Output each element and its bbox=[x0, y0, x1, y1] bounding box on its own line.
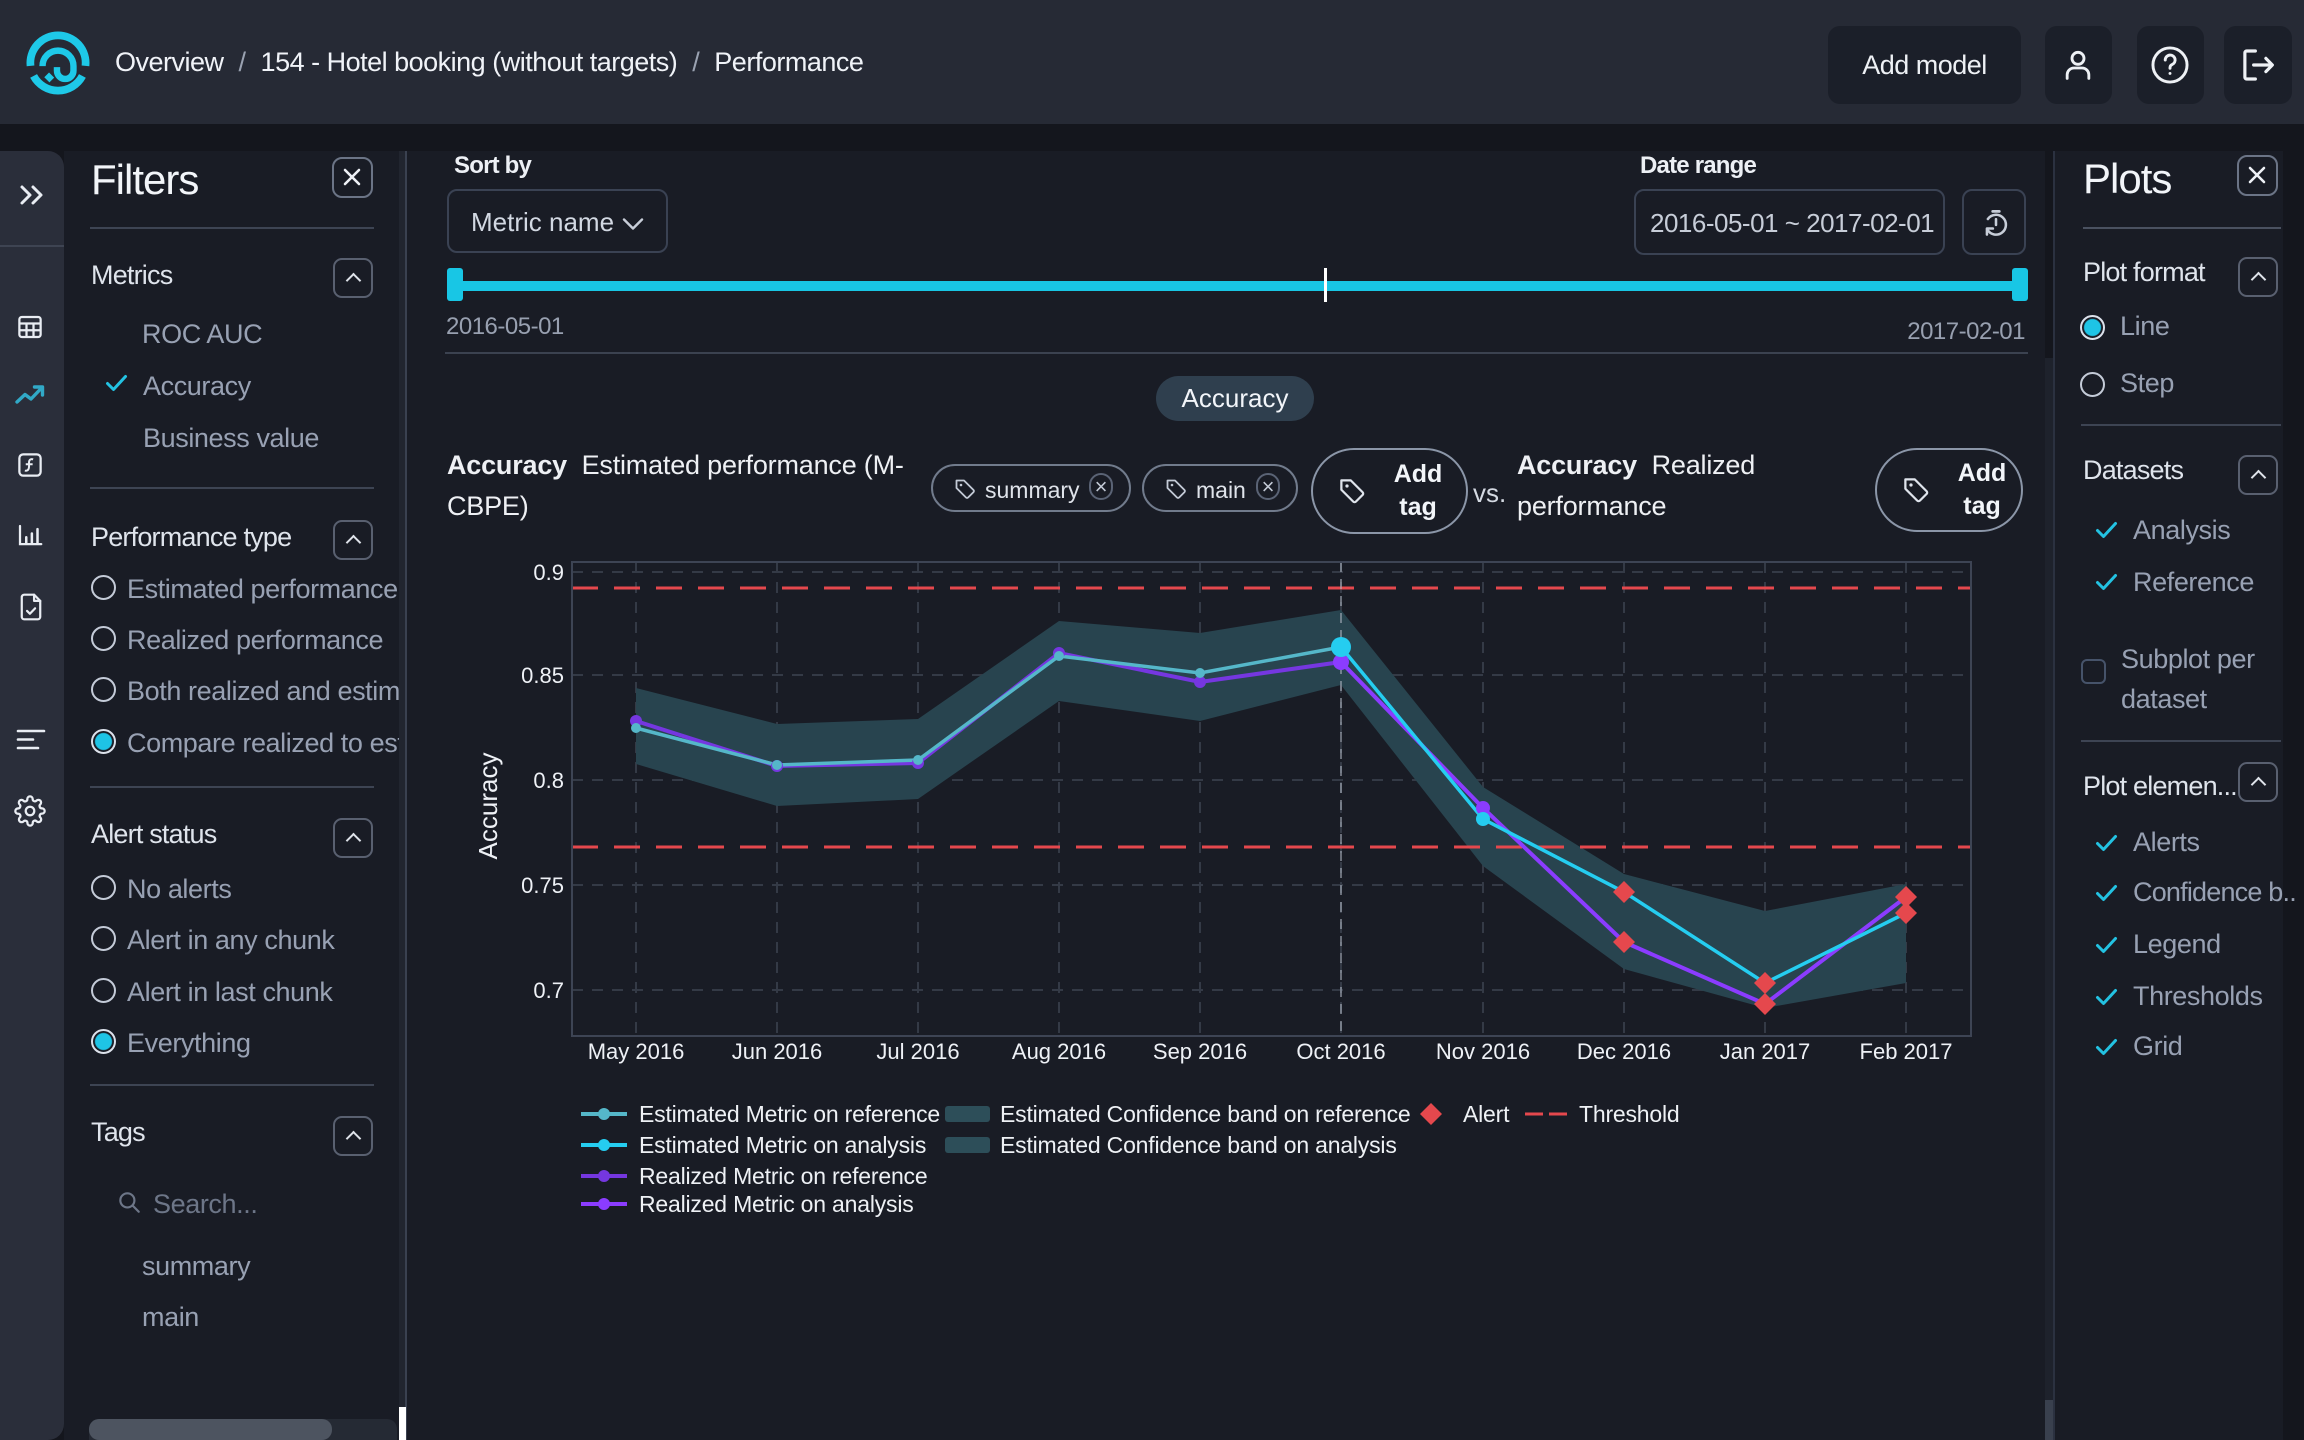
svg-text:Alert: Alert bbox=[1463, 1101, 1510, 1127]
svg-text:Nov 2016: Nov 2016 bbox=[1436, 1039, 1530, 1064]
svg-text:Estimated Metric on analysis: Estimated Metric on analysis bbox=[639, 1132, 926, 1158]
svg-text:Jul 2016: Jul 2016 bbox=[876, 1039, 959, 1064]
svg-text:Realized Metric on reference: Realized Metric on reference bbox=[639, 1163, 927, 1189]
svg-text:Estimated Metric on reference: Estimated Metric on reference bbox=[639, 1101, 940, 1127]
svg-text:Aug 2016: Aug 2016 bbox=[1012, 1039, 1106, 1064]
svg-text:Realized Metric on analysis: Realized Metric on analysis bbox=[639, 1191, 914, 1217]
svg-text:0.75: 0.75 bbox=[521, 873, 564, 898]
svg-text:0.9: 0.9 bbox=[533, 560, 564, 585]
svg-text:Accuracy: Accuracy bbox=[473, 753, 503, 860]
svg-text:0.8: 0.8 bbox=[533, 768, 564, 793]
svg-text:Oct 2016: Oct 2016 bbox=[1296, 1039, 1385, 1064]
svg-text:Threshold: Threshold bbox=[1579, 1101, 1679, 1127]
svg-text:Jan 2017: Jan 2017 bbox=[1720, 1039, 1811, 1064]
svg-text:May 2016: May 2016 bbox=[588, 1039, 685, 1064]
svg-text:Dec 2016: Dec 2016 bbox=[1577, 1039, 1671, 1064]
svg-text:0.85: 0.85 bbox=[521, 663, 564, 688]
svg-text:0.7: 0.7 bbox=[533, 978, 564, 1003]
svg-text:Estimated Confidence band on r: Estimated Confidence band on reference bbox=[1000, 1101, 1411, 1127]
svg-text:Sep 2016: Sep 2016 bbox=[1153, 1039, 1247, 1064]
svg-text:Jun 2016: Jun 2016 bbox=[732, 1039, 823, 1064]
svg-text:Feb 2017: Feb 2017 bbox=[1860, 1039, 1953, 1064]
svg-text:Estimated Confidence band on a: Estimated Confidence band on analysis bbox=[1000, 1132, 1397, 1158]
